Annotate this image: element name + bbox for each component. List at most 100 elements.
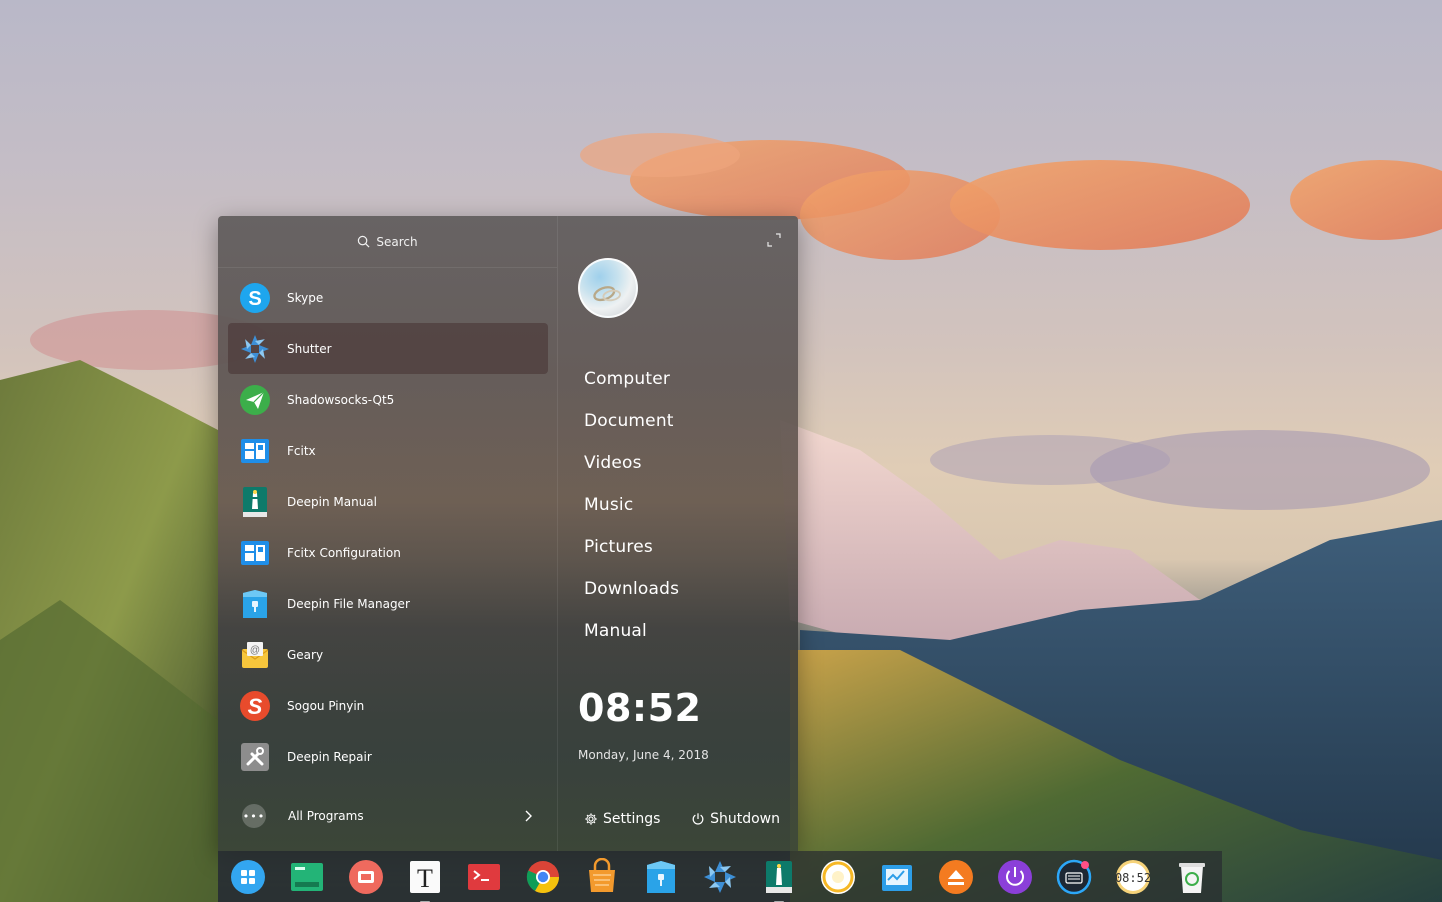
shutdown-label: Shutdown: [710, 811, 780, 827]
app-item-geary[interactable]: @ Geary: [228, 629, 548, 680]
music-player-icon: [821, 859, 855, 894]
search-placeholder: Search: [376, 234, 418, 249]
terminal-green-icon: [291, 862, 323, 891]
place-pictures[interactable]: Pictures: [584, 526, 679, 568]
launcher-icon: [231, 859, 265, 894]
fcitx-config-icon: [238, 536, 272, 570]
chevron-right-icon: [525, 810, 532, 822]
app-item-file-manager[interactable]: Deepin File Manager: [228, 578, 548, 629]
eject-icon: [939, 859, 973, 894]
clock-date: Monday, June 4, 2018: [578, 748, 709, 762]
places-list: Computer Document Videos Music Pictures …: [584, 358, 679, 652]
screen-recorder-icon: [349, 859, 383, 894]
geary-icon: @: [238, 638, 272, 672]
dock-chrome[interactable]: [523, 857, 563, 897]
launcher-actions: Settings Shutdown: [584, 811, 780, 827]
launcher-search-input[interactable]: Search: [218, 216, 557, 268]
app-item-sogou-pinyin[interactable]: S Sogou Pinyin: [228, 680, 548, 731]
sogou-icon: S: [238, 689, 272, 723]
place-manual[interactable]: Manual: [584, 610, 679, 652]
deepin-manual-icon: [766, 860, 792, 893]
dock-deepin-terminal[interactable]: [287, 857, 327, 897]
dock-file-manager[interactable]: [641, 857, 681, 897]
file-manager-icon: [238, 587, 272, 621]
shutter-icon: [704, 860, 736, 893]
app-label: Sogou Pinyin: [287, 698, 365, 713]
app-store-icon: [589, 857, 615, 892]
user-avatar[interactable]: [578, 258, 638, 318]
dock-launcher[interactable]: [228, 857, 268, 897]
app-item-deepin-manual[interactable]: Deepin Manual: [228, 476, 548, 527]
app-item-shadowsocks[interactable]: Shadowsocks-Qt5: [228, 374, 548, 425]
svg-text:08:52: 08:52: [1115, 871, 1151, 885]
place-music[interactable]: Music: [584, 484, 679, 526]
dock-eject[interactable]: [936, 857, 976, 897]
dock-music-player[interactable]: [818, 857, 858, 897]
skype-icon: S: [238, 281, 272, 315]
shutdown-button[interactable]: Shutdown: [691, 811, 780, 827]
terminal-red-icon: [468, 863, 500, 890]
keyboard-icon: [1056, 859, 1092, 894]
dock: T 08:52: [218, 851, 1222, 902]
dock-keyboard[interactable]: [1054, 857, 1094, 897]
search-icon: [358, 235, 370, 248]
deepin-repair-icon: [238, 740, 272, 774]
all-programs-button[interactable]: ••• All Programs: [242, 801, 533, 831]
svg-text:S: S: [248, 288, 261, 310]
app-label: Shadowsocks-Qt5: [287, 392, 395, 407]
settings-label: Settings: [603, 811, 661, 827]
deepin-manual-icon: [238, 485, 272, 519]
dock-system-monitor[interactable]: [877, 857, 917, 897]
app-item-skype[interactable]: S Skype: [228, 272, 548, 323]
dock-deepin-manual[interactable]: [759, 857, 799, 902]
place-videos[interactable]: Videos: [584, 442, 679, 484]
place-computer[interactable]: Computer: [584, 358, 679, 400]
trash-icon: [1179, 862, 1205, 893]
text-editor-icon: T: [410, 860, 440, 893]
svg-text:S: S: [248, 694, 263, 719]
settings-button[interactable]: Settings: [584, 811, 660, 827]
gear-icon: [585, 813, 597, 825]
all-programs-label: All Programs: [288, 809, 364, 823]
dock-screen-recorder[interactable]: [346, 857, 386, 897]
app-item-deepin-repair[interactable]: Deepin Repair: [228, 731, 548, 782]
fcitx-icon: [238, 434, 272, 468]
power-icon: [692, 813, 704, 825]
dock-clock[interactable]: 08:52: [1113, 857, 1153, 897]
svg-text:T: T: [417, 864, 433, 893]
more-dots-icon: •••: [242, 804, 266, 828]
launcher-side-pane: Computer Document Videos Music Pictures …: [558, 216, 798, 851]
power-icon: [998, 859, 1032, 894]
svg-text:@: @: [250, 645, 260, 656]
start-launcher-panel: Search S Skype Shutter Shadowsocks-Qt5 F…: [218, 216, 798, 851]
app-item-fcitx-configuration[interactable]: Fcitx Configuration: [228, 527, 548, 578]
dock-app-store[interactable]: [582, 857, 622, 897]
clock-time: 08:52: [578, 686, 702, 730]
app-label: Fcitx: [287, 443, 316, 458]
place-downloads[interactable]: Downloads: [584, 568, 679, 610]
system-monitor-icon: [882, 864, 912, 891]
app-label: Shutter: [287, 341, 332, 356]
app-item-shutter[interactable]: Shutter: [228, 323, 548, 374]
app-item-fcitx[interactable]: Fcitx: [228, 425, 548, 476]
shadowsocks-icon: [238, 383, 272, 417]
app-label: Deepin Repair: [287, 749, 372, 764]
app-label: Fcitx Configuration: [287, 545, 401, 560]
place-document[interactable]: Document: [584, 400, 679, 442]
dock-trash[interactable]: [1172, 857, 1212, 897]
app-label: Skype: [287, 290, 324, 305]
dock-terminal[interactable]: [464, 857, 504, 897]
dock-shutter[interactable]: [700, 857, 740, 897]
app-label: Deepin File Manager: [287, 596, 410, 611]
app-label: Deepin Manual: [287, 494, 377, 509]
recent-app-list: S Skype Shutter Shadowsocks-Qt5 Fcitx De…: [228, 272, 548, 782]
app-label: Geary: [287, 647, 324, 662]
file-manager-icon: [647, 860, 675, 893]
clock-icon: 08:52: [1115, 859, 1151, 894]
launcher-app-pane: Search S Skype Shutter Shadowsocks-Qt5 F…: [218, 216, 558, 851]
chrome-icon: [526, 860, 560, 893]
expand-fullscreen-icon[interactable]: [766, 232, 782, 248]
dock-text-editor[interactable]: T: [405, 857, 445, 902]
avatar-image: [593, 286, 621, 302]
dock-power[interactable]: [995, 857, 1035, 897]
